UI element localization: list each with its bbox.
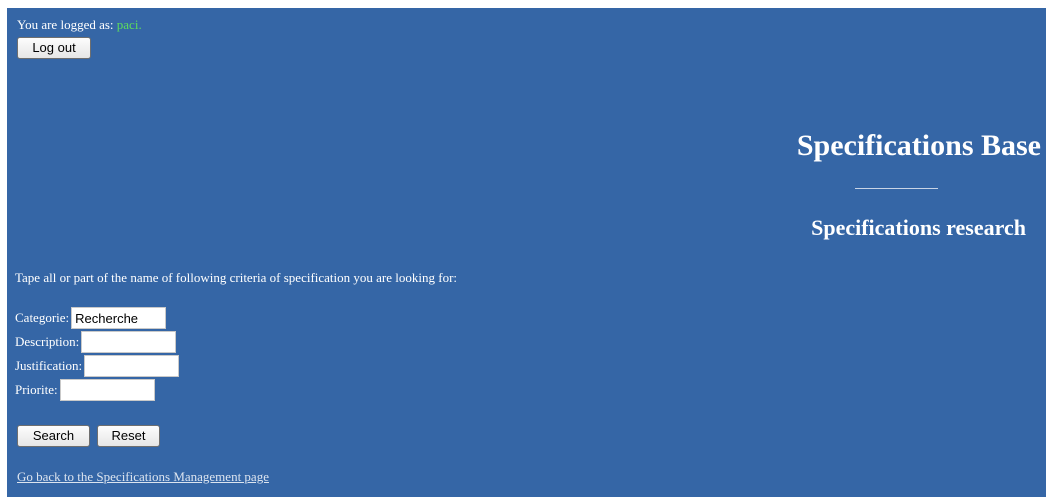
title-divider xyxy=(855,188,938,189)
search-button[interactable]: Search xyxy=(17,425,90,447)
page-subtitle: Specifications research xyxy=(811,215,1026,240)
categorie-input[interactable] xyxy=(71,307,167,329)
username: paci xyxy=(116,17,139,32)
categorie-label: Categorie: xyxy=(15,310,70,325)
description-label: Description: xyxy=(15,334,80,349)
justification-input[interactable] xyxy=(84,355,180,377)
priorite-row: Priorite: xyxy=(15,379,155,401)
back-to-management-link[interactable]: Go back to the Specifications Management… xyxy=(17,469,269,485)
logout-button[interactable]: Log out xyxy=(17,37,91,59)
login-status: You are logged as: paci. xyxy=(17,17,142,32)
priorite-label: Priorite: xyxy=(15,382,58,397)
description-input[interactable] xyxy=(81,331,177,353)
justification-row: Justification: xyxy=(15,355,180,377)
page-title: Specifications Base xyxy=(796,129,1041,162)
username-suffix: . xyxy=(138,17,142,32)
reset-button[interactable]: Reset xyxy=(97,425,160,447)
priorite-input[interactable] xyxy=(59,379,155,401)
categorie-row: Categorie: xyxy=(15,307,167,329)
justification-label: Justification: xyxy=(15,358,83,373)
page-container: You are logged as: paci. Log out Specifi… xyxy=(7,8,1046,497)
logged-as-label: You are logged as: xyxy=(17,17,114,32)
description-row: Description: xyxy=(15,331,177,353)
search-instructions: Tape all or part of the name of followin… xyxy=(15,270,458,285)
